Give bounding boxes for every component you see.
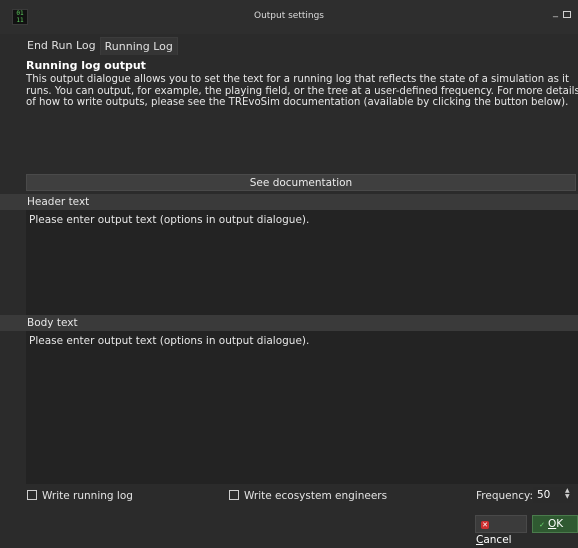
window-title: Output settings xyxy=(253,11,324,21)
maximize-button[interactable] xyxy=(563,10,571,21)
section-title: Running log output xyxy=(26,59,146,72)
checkbox-icon xyxy=(27,490,37,500)
write-ecosystem-engineers-checkbox[interactable]: Write ecosystem engineers xyxy=(229,490,387,502)
tab-running-log[interactable]: Running Log xyxy=(99,37,178,55)
title-bar: 01 11 Output settings _ xyxy=(0,0,578,34)
write-ecosystem-engineers-label: Write ecosystem engineers xyxy=(244,490,388,502)
checkbox-icon xyxy=(229,490,239,500)
body-text-area[interactable]: Please enter output text (options in out… xyxy=(26,331,578,484)
minimize-button[interactable]: _ xyxy=(553,7,558,18)
tab-bar: End Run Log Running Log xyxy=(23,37,178,55)
checkmark-icon: ✓ xyxy=(539,521,545,529)
description-text: This output dialogue allows you to set t… xyxy=(26,74,578,108)
tab-end-run-log[interactable]: End Run Log xyxy=(23,37,100,54)
header-text-label: Header text xyxy=(0,194,578,210)
body-text-label: Body text xyxy=(0,315,578,331)
cancel-x-icon: ✕ xyxy=(481,521,489,529)
cancel-label: ancel xyxy=(483,534,512,546)
maximize-icon xyxy=(563,11,571,18)
cancel-button[interactable]: ✕Cancel xyxy=(475,515,527,546)
write-running-log-checkbox[interactable]: Write running log xyxy=(27,490,133,502)
see-documentation-button[interactable]: See documentation xyxy=(26,174,576,191)
write-running-log-label: Write running log xyxy=(42,490,133,502)
frequency-label: Frequency: xyxy=(476,490,534,502)
spin-arrows-icon[interactable]: ▲ ▼ xyxy=(565,488,570,500)
ok-button[interactable]: ✓ OK xyxy=(532,515,578,533)
ok-label: K xyxy=(556,518,564,530)
